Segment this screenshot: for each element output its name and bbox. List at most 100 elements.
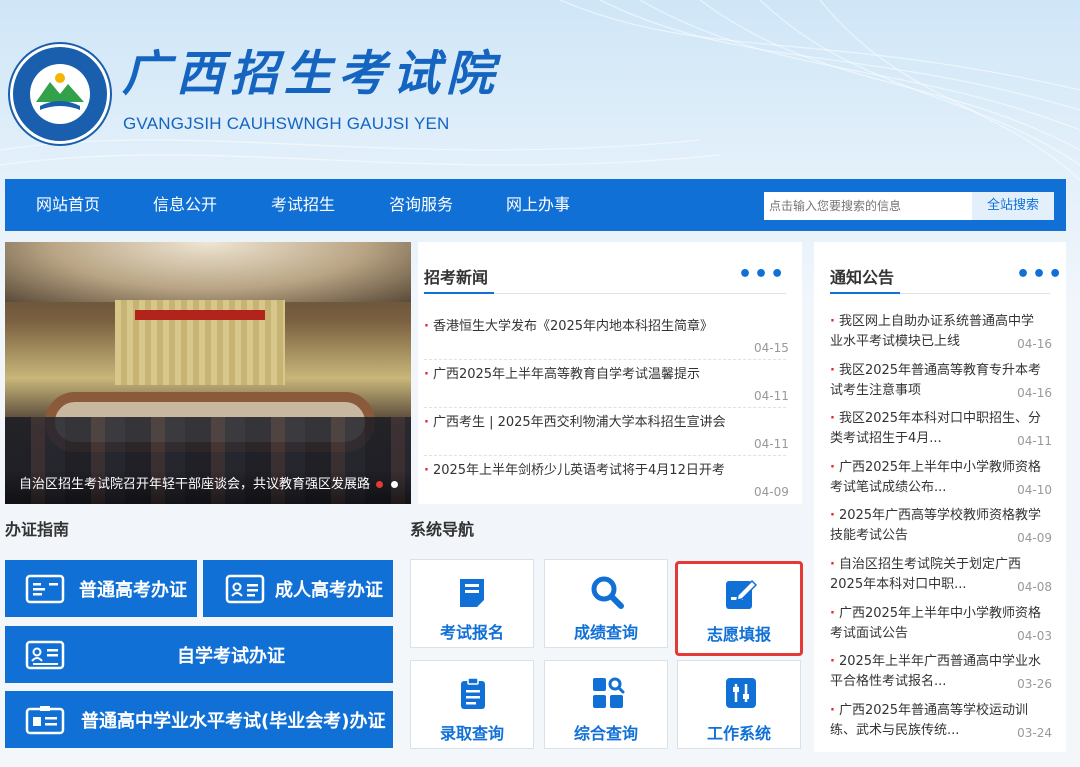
guide-button-gaokao[interactable]: 普通高考办证	[5, 560, 197, 617]
site-logo[interactable]	[10, 44, 110, 144]
notice-line2: 平合格性考试报名... 03-26	[830, 672, 1052, 692]
site-title: 广西招生考试院	[122, 46, 501, 102]
news-panel: 招考新闻 ••• · 香港恒生大学发布《2025年内地本科招生简章》 04-15 …	[418, 242, 802, 504]
registration-icon	[460, 579, 484, 607]
notice-date: 04-10	[1017, 483, 1052, 497]
notice-date: 04-03	[1017, 629, 1052, 643]
notice-line1: · 广西2025年上半年中小学教师资格	[830, 606, 1042, 621]
nav-item-home[interactable]: 网站首页	[36, 179, 100, 231]
news-photo-slider[interactable]	[5, 242, 411, 504]
news-more-button[interactable]: •••	[738, 264, 786, 286]
notice-date: 04-16	[1017, 337, 1052, 351]
news-separator	[424, 455, 786, 456]
notice-item[interactable]: · 广西2025年上半年中小学教师资格考试笔试成绩公布... 04-10	[830, 458, 1052, 498]
notice-line2: 试考生注意事项 04-16	[830, 381, 1052, 401]
notice-item[interactable]: · 自治区招生考试院关于划定广西 2025年本科对口中职... 04-08	[830, 555, 1052, 595]
news-date: 04-09	[754, 485, 789, 499]
news-separator	[424, 359, 786, 360]
system-nav-title: 系统导航	[410, 520, 475, 539]
notice-line1: · 我区网上自助办证系统普通高中学	[830, 314, 1034, 329]
tile-label: 志愿填报	[706, 625, 771, 644]
notice-item[interactable]: · 我区2025年普通高等教育专升本考试考生注意事项 04-16	[830, 361, 1052, 401]
notice-item[interactable]: · 广西2025年普通高等学校运动训练、武术与民族传统... 03-24	[830, 701, 1052, 741]
notice-date: 03-26	[1017, 677, 1052, 691]
tile-work-system[interactable]: 工作系统	[677, 660, 801, 749]
nav-item-online-services[interactable]: 网上办事	[506, 179, 570, 231]
notice-date: 04-09	[1017, 531, 1052, 545]
notice-line2: 2025年本科对口中职... 04-08	[830, 575, 1052, 595]
notice-line1: · 广西2025年上半年中小学教师资格	[830, 460, 1042, 475]
tile-application-filling[interactable]: 志愿填报	[675, 561, 803, 656]
notice-item[interactable]: · 我区网上自助办证系统普通高中学业水平考试模块已上线 04-16	[830, 312, 1052, 352]
notice-line2: 业水平考试模块已上线 04-16	[830, 332, 1052, 352]
notice-item[interactable]: · 广西2025年上半年中小学教师资格考试面试公告 04-03	[830, 604, 1052, 644]
tile-label: 成绩查询	[573, 623, 638, 642]
slider-caption[interactable]: 自治区招生考试院召开年轻干部座谈会，共议教育强区发展路	[5, 470, 411, 504]
guide-button-label: 成人高考办证	[275, 580, 383, 601]
nav-item-info-disclosure[interactable]: 信息公开	[153, 179, 217, 231]
tile-label: 考试报名	[439, 623, 504, 642]
notice-line1: · 我区2025年本科对口中职招生、分	[830, 411, 1042, 426]
notices-panel-title: 通知公告	[830, 268, 895, 287]
tile-exam-registration[interactable]: 考试报名	[410, 559, 534, 648]
notice-line2: 考试面试公告 04-03	[830, 624, 1052, 644]
slider-caption-text: 自治区招生考试院召开年轻干部座谈会，共议教育强区发展路	[19, 477, 371, 492]
guide-button-adult[interactable]: 成人高考办证	[203, 560, 393, 617]
news-date: 04-11	[754, 389, 789, 403]
id-card-icon	[225, 574, 265, 604]
notice-date: 04-16	[1017, 386, 1052, 400]
news-item[interactable]: · 2025年上半年剑桥少儿英语考试将于4月12日开考	[424, 459, 725, 478]
edit-form-icon	[726, 579, 758, 609]
notices-title-underline	[830, 292, 900, 294]
notice-line1: · 2025年广西高等学校教师资格教学	[830, 508, 1042, 523]
notice-line2: 练、武术与民族传统... 03-24	[830, 721, 1052, 741]
tile-label: 录取查询	[439, 724, 504, 743]
tile-score-query[interactable]: 成绩查询	[544, 559, 668, 648]
guide-section-title: 办证指南	[5, 520, 70, 539]
nav-item-consulting[interactable]: 咨询服务	[389, 179, 453, 231]
tile-label: 工作系统	[706, 724, 771, 743]
notice-item[interactable]: · 2025年上半年广西普通高中学业水 平合格性考试报名... 03-26	[830, 652, 1052, 692]
slider-dot[interactable]	[391, 481, 399, 488]
grid-search-icon	[593, 677, 625, 708]
notice-date: 04-11	[1017, 434, 1052, 448]
news-item[interactable]: · 香港恒生大学发布《2025年内地本科招生简章》	[424, 315, 713, 334]
notices-more-button[interactable]: •••	[1016, 264, 1064, 286]
notice-line1: · 我区2025年普通高等教育专升本考	[830, 363, 1042, 378]
news-item[interactable]: · 广西考生 | 2025年西交利物浦大学本科招生宣讲会	[424, 411, 726, 430]
guide-button-label: 自学考试办证	[177, 646, 285, 667]
notice-line1: · 自治区招生考试院关于划定广西	[830, 557, 1021, 572]
slider-dot-active[interactable]	[376, 481, 384, 488]
news-date: 04-11	[754, 437, 789, 451]
guide-button-self-study[interactable]: 自学考试办证	[5, 626, 393, 683]
search-input[interactable]	[764, 192, 972, 220]
tile-admission-query[interactable]: 录取查询	[410, 660, 534, 749]
guide-button-label: 普通高中学业水平考试(毕业会考)办证	[81, 711, 386, 732]
notice-line1: · 广西2025年普通高等学校运动训	[830, 703, 1029, 718]
news-date: 04-15	[754, 341, 789, 355]
news-separator	[424, 407, 786, 408]
guide-button-label: 普通高考办证	[79, 580, 187, 601]
logo-emblem-icon	[30, 64, 90, 124]
notice-item[interactable]: · 我区2025年本科对口中职招生、分类考试招生于4月... 04-11	[830, 409, 1052, 449]
nav-item-exam-admission[interactable]: 考试招生	[271, 179, 335, 231]
tile-label: 综合查询	[573, 724, 638, 743]
id-card-icon	[25, 574, 65, 604]
id-card-icon	[25, 640, 65, 670]
id-card-icon	[25, 706, 65, 735]
notice-line2: 技能考试公告 04-09	[830, 526, 1052, 546]
search-button[interactable]: 全站搜索	[972, 192, 1054, 220]
news-panel-title: 招考新闻	[424, 268, 489, 287]
guide-button-academic-proficiency[interactable]: 普通高中学业水平考试(毕业会考)办证	[5, 691, 393, 748]
photo-banner	[135, 310, 265, 320]
photo-ceiling	[5, 242, 411, 302]
clipboard-icon	[461, 677, 485, 709]
site-subtitle: GVANGJSIH CAUHSWNGH GAUJSI YEN	[123, 114, 450, 133]
tile-comprehensive-query[interactable]: 综合查询	[544, 660, 668, 749]
notice-line2: 类考试招生于4月... 04-11	[830, 429, 1052, 449]
news-item[interactable]: · 广西2025年上半年高等教育自学考试温馨提示	[424, 363, 700, 382]
news-title-underline	[424, 292, 494, 294]
notice-line2: 考试笔试成绩公布... 04-10	[830, 478, 1052, 498]
notice-date: 03-24	[1017, 726, 1052, 740]
notice-item[interactable]: · 2025年广西高等学校教师资格教学技能考试公告 04-09	[830, 506, 1052, 546]
